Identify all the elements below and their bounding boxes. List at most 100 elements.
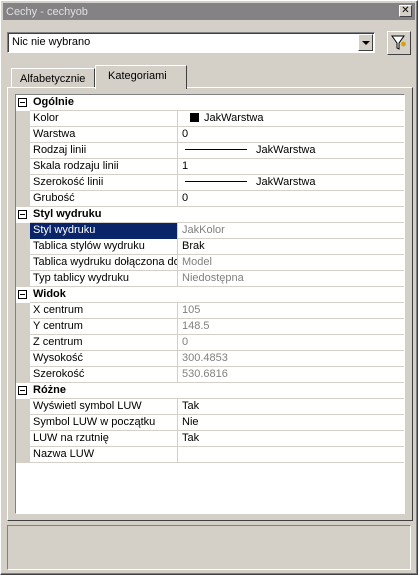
- property-value[interactable]: [179, 447, 404, 463]
- property-value-text: 530.6816: [182, 368, 228, 380]
- property-value[interactable]: JakWarstwa: [179, 111, 404, 127]
- property-name[interactable]: Wyświetl symbol LUW: [30, 399, 178, 415]
- collapse-toggle-icon[interactable]: [18, 98, 27, 107]
- tab-strip: Alfabetycznie Kategoriami: [7, 64, 411, 89]
- line-sample-icon: [185, 181, 247, 182]
- property-value-text: Niedostępna: [182, 272, 244, 284]
- property-name[interactable]: Nazwa LUW: [30, 447, 178, 463]
- property-name[interactable]: X centrum: [30, 303, 178, 319]
- property-value[interactable]: Tak: [179, 399, 404, 415]
- property-value[interactable]: JakWarstwa: [179, 175, 404, 191]
- property-value-text: 105: [182, 304, 201, 316]
- property-name[interactable]: Typ tablicy wydruku: [30, 271, 178, 287]
- property-name[interactable]: Szerokość: [30, 367, 178, 383]
- row-gutter: [16, 239, 30, 255]
- property-value[interactable]: 530.6816: [179, 367, 404, 383]
- property-row[interactable]: Szerokość linii JakWarstwa: [16, 175, 404, 191]
- property-value[interactable]: Brak: [179, 239, 404, 255]
- property-name[interactable]: Warstwa: [30, 127, 178, 143]
- category-gutter: [16, 383, 30, 399]
- close-button[interactable]: ✕: [399, 5, 412, 17]
- property-name[interactable]: Wysokość: [30, 351, 178, 367]
- property-value[interactable]: Tak: [179, 431, 404, 447]
- property-value[interactable]: 1: [179, 159, 404, 175]
- property-name[interactable]: Tablica stylów wydruku: [30, 239, 178, 255]
- tab-label: Kategoriami: [108, 70, 167, 82]
- property-row[interactable]: Wyświetl symbol LUW Tak: [16, 399, 404, 415]
- category-row[interactable]: Ogólnie: [16, 95, 404, 111]
- property-name[interactable]: Rodzaj linii: [30, 143, 178, 159]
- property-row[interactable]: Typ tablicy wydruku Niedostępna: [16, 271, 404, 287]
- property-value[interactable]: 0: [179, 335, 404, 351]
- property-name[interactable]: Z centrum: [30, 335, 178, 351]
- property-grid: Ogólnie Kolor JakWarstwa Warstwa 0 Rodzaj lin…: [15, 94, 405, 514]
- property-value[interactable]: 0: [179, 191, 404, 207]
- title-bar[interactable]: Cechy - cechyob ✕: [3, 3, 415, 20]
- properties-window: Cechy - cechyob ✕ Nic nie wybrano Alfabe…: [0, 0, 418, 575]
- row-gutter: [16, 335, 30, 351]
- row-gutter: [16, 111, 30, 127]
- row-gutter: [16, 399, 30, 415]
- property-row[interactable]: Warstwa 0: [16, 127, 404, 143]
- close-icon: ✕: [401, 5, 410, 16]
- property-name[interactable]: Tablica wydruku dołączona do: [30, 255, 178, 271]
- property-row[interactable]: LUW na rzutnię Tak: [16, 431, 404, 447]
- row-gutter: [16, 191, 30, 207]
- property-name[interactable]: Szerokość linii: [30, 175, 178, 191]
- property-name[interactable]: Styl wydruku: [30, 223, 178, 239]
- property-row[interactable]: Rodzaj linii JakWarstwa: [16, 143, 404, 159]
- description-area: [7, 525, 411, 570]
- property-row[interactable]: Z centrum 0: [16, 335, 404, 351]
- property-row[interactable]: X centrum 105: [16, 303, 404, 319]
- property-row[interactable]: Kolor JakWarstwa: [16, 111, 404, 127]
- collapse-toggle-icon[interactable]: [18, 386, 27, 395]
- tab-panel: Ogólnie Kolor JakWarstwa Warstwa 0 Rodzaj lin…: [7, 87, 413, 521]
- row-gutter: [16, 351, 30, 367]
- property-value-text: 0: [182, 192, 189, 204]
- tab-categorized[interactable]: Kategoriami: [95, 65, 187, 89]
- property-value-text: Brak: [182, 240, 205, 252]
- property-row[interactable]: Symbol LUW w początku Nie: [16, 415, 404, 431]
- property-value[interactable]: Nie: [179, 415, 404, 431]
- property-name[interactable]: Grubość: [30, 191, 178, 207]
- quick-select-funnel-icon: [391, 35, 406, 50]
- collapse-toggle-icon[interactable]: [18, 290, 27, 299]
- property-name[interactable]: Skala rodzaju linii: [30, 159, 178, 175]
- property-row[interactable]: Tablica wydruku dołączona do Model: [16, 255, 404, 271]
- property-name[interactable]: Y centrum: [30, 319, 178, 335]
- property-row[interactable]: Tablica stylów wydruku Brak: [16, 239, 404, 255]
- chevron-down-icon[interactable]: [358, 34, 373, 51]
- property-value[interactable]: 105: [179, 303, 404, 319]
- collapse-toggle-icon[interactable]: [18, 210, 27, 219]
- row-gutter: [16, 431, 30, 447]
- property-row[interactable]: Styl wydruku JakKolor: [16, 223, 404, 239]
- property-row[interactable]: Szerokość 530.6816: [16, 367, 404, 383]
- property-value[interactable]: Niedostępna: [179, 271, 404, 287]
- property-row[interactable]: Skala rodzaju linii 1: [16, 159, 404, 175]
- category-row[interactable]: Styl wydruku: [16, 207, 404, 223]
- property-value-text: Nie: [182, 416, 199, 428]
- property-name[interactable]: Symbol LUW w początku: [30, 415, 178, 431]
- object-selector-dropdown[interactable]: Nic nie wybrano: [7, 32, 375, 53]
- property-value[interactable]: JakWarstwa: [179, 143, 404, 159]
- property-row[interactable]: Wysokość 300.4853: [16, 351, 404, 367]
- category-label: Ogólnie: [33, 96, 74, 108]
- property-value[interactable]: JakKolor: [179, 223, 404, 239]
- category-label: Różne: [33, 384, 66, 396]
- category-row[interactable]: Różne: [16, 383, 404, 399]
- row-gutter: [16, 447, 30, 463]
- property-name[interactable]: LUW na rzutnię: [30, 431, 178, 447]
- property-name[interactable]: Kolor: [30, 111, 178, 127]
- category-row[interactable]: Widok: [16, 287, 404, 303]
- property-value[interactable]: 0: [179, 127, 404, 143]
- property-row[interactable]: Grubość 0: [16, 191, 404, 207]
- property-row[interactable]: Y centrum 148.5: [16, 319, 404, 335]
- quick-select-button[interactable]: [387, 31, 411, 55]
- property-row[interactable]: Nazwa LUW: [16, 447, 404, 463]
- window-title: Cechy - cechyob: [6, 5, 88, 18]
- object-selector-row: Nic nie wybrano: [7, 31, 411, 55]
- property-value[interactable]: 148.5: [179, 319, 404, 335]
- property-value[interactable]: Model: [179, 255, 404, 271]
- property-value[interactable]: 300.4853: [179, 351, 404, 367]
- tab-alphabetical[interactable]: Alfabetycznie: [11, 68, 95, 88]
